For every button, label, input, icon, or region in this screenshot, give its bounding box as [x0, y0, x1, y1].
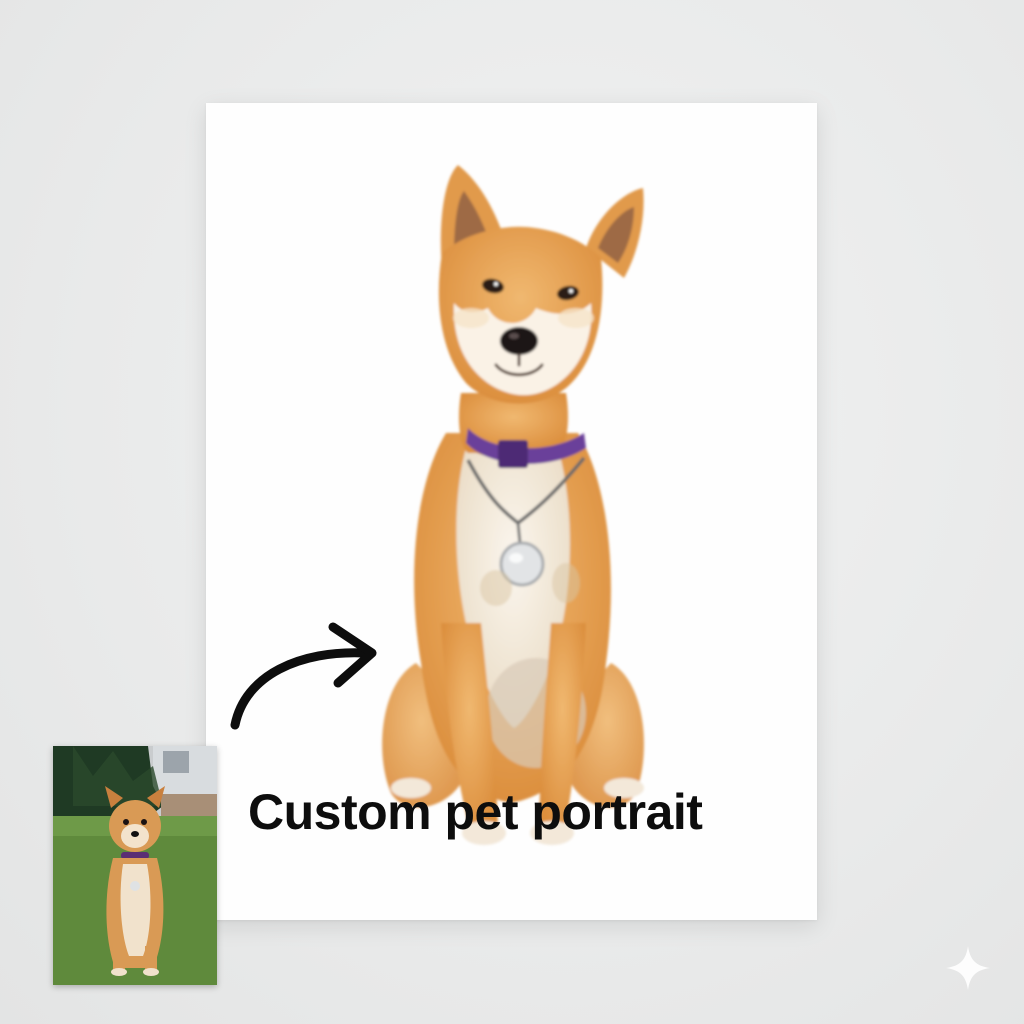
- reference-dog-photo: [53, 746, 217, 985]
- sparkle-icon: [946, 946, 990, 990]
- caption-title: Custom pet portrait: [248, 784, 703, 840]
- curved-arrow-icon: [230, 622, 377, 730]
- product-scene: Custom pet portrait: [0, 0, 1024, 1024]
